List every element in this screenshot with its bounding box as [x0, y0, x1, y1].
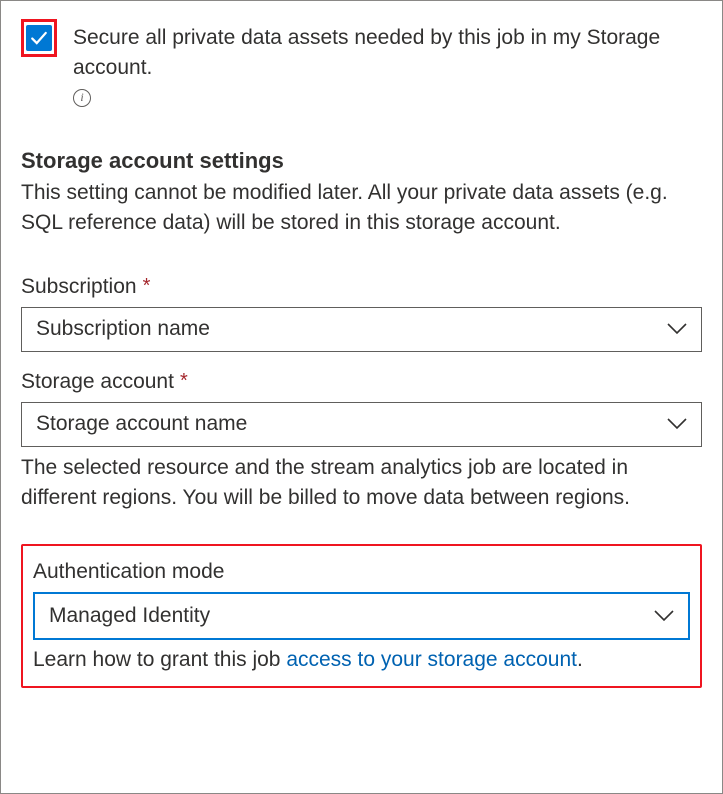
subscription-label-row: Subscription * [21, 275, 702, 299]
subscription-value: Subscription name [36, 317, 210, 341]
secure-assets-row: Secure all private data assets needed by… [21, 19, 702, 108]
storage-account-field: Storage account * Storage account name T… [21, 370, 702, 514]
info-icon[interactable]: i [73, 89, 91, 107]
required-indicator: * [143, 275, 151, 298]
secure-assets-label: Secure all private data assets needed by… [73, 23, 702, 84]
auth-learn-prefix: Learn how to grant this job [33, 648, 286, 671]
section-title: Storage account settings [21, 148, 702, 174]
storage-account-label-row: Storage account * [21, 370, 702, 394]
section-description: This setting cannot be modified later. A… [21, 178, 702, 239]
chevron-down-icon [654, 604, 674, 628]
secure-assets-label-wrap: Secure all private data assets needed by… [73, 19, 702, 108]
auth-mode-label: Authentication mode [33, 560, 690, 584]
chevron-down-icon [667, 317, 687, 341]
auth-mode-value: Managed Identity [49, 604, 210, 628]
required-indicator: * [180, 370, 188, 393]
access-storage-link[interactable]: access to your storage account [286, 648, 577, 671]
settings-panel: Secure all private data assets needed by… [0, 0, 723, 794]
checkmark-icon [30, 29, 48, 47]
storage-account-label: Storage account [21, 370, 174, 394]
subscription-select[interactable]: Subscription name [21, 307, 702, 352]
subscription-field: Subscription * Subscription name [21, 275, 702, 352]
highlight-auth-mode: Authentication mode Managed Identity Lea… [21, 544, 702, 688]
storage-account-select[interactable]: Storage account name [21, 402, 702, 447]
chevron-down-icon [667, 412, 687, 436]
auth-mode-select[interactable]: Managed Identity [33, 592, 690, 640]
highlight-checkbox [21, 19, 57, 57]
storage-account-help: The selected resource and the stream ana… [21, 453, 702, 514]
subscription-label: Subscription [21, 275, 137, 299]
auth-learn-row: Learn how to grant this job access to yo… [33, 648, 690, 672]
storage-account-value: Storage account name [36, 412, 247, 436]
secure-assets-checkbox[interactable] [26, 25, 52, 51]
auth-learn-suffix: . [577, 648, 583, 671]
